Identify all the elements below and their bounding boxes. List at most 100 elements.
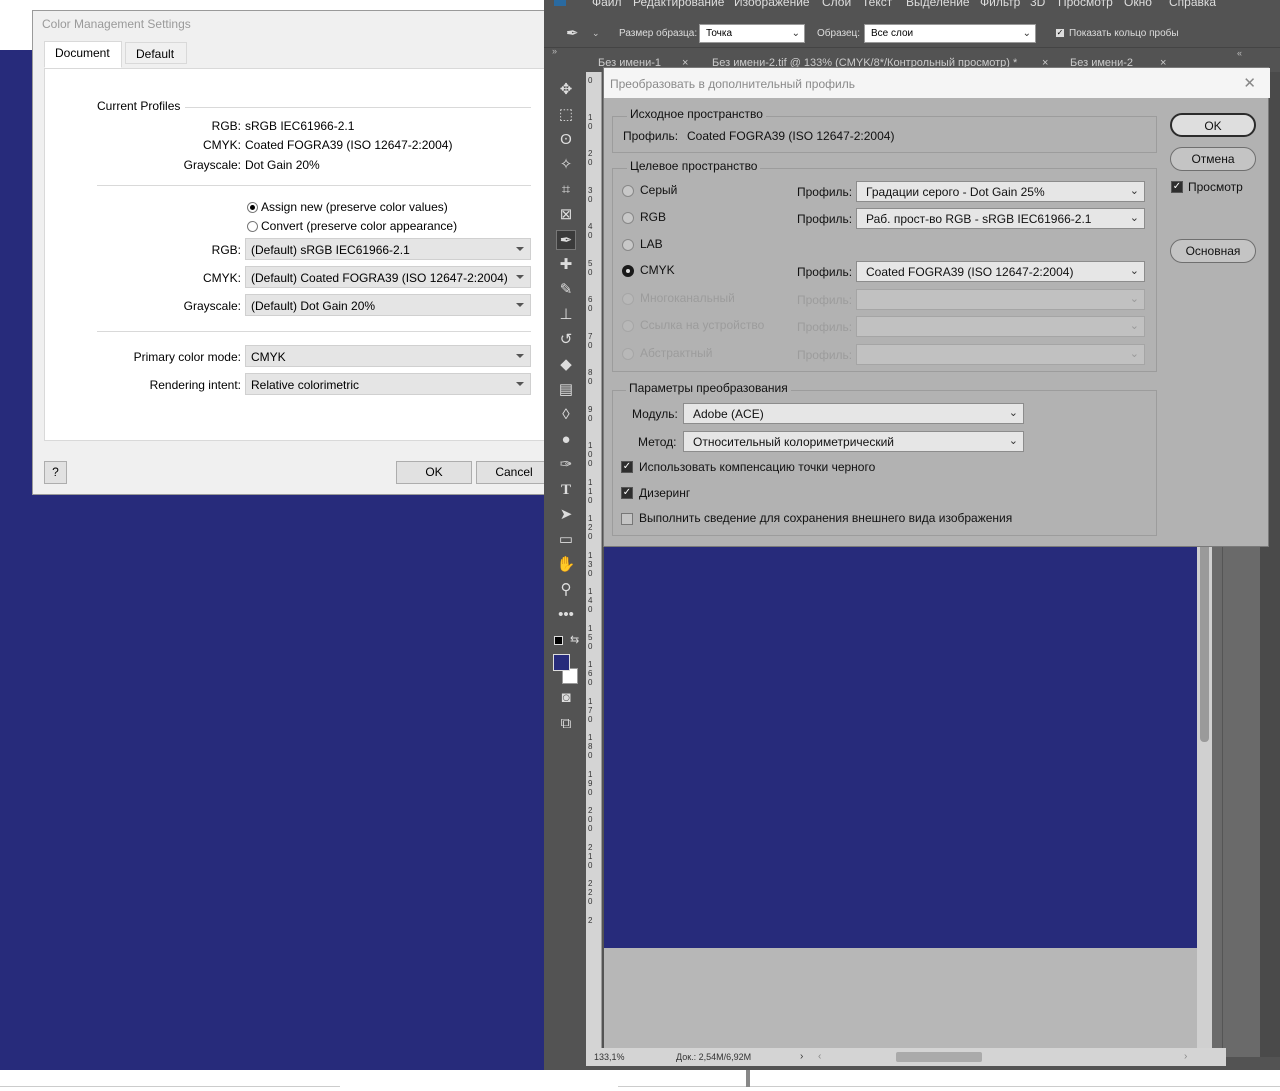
primary-mode-select[interactable]: CMYK <box>245 345 531 367</box>
flatten-checkbox[interactable] <box>621 513 633 525</box>
stamp-tool-icon[interactable]: ⊥ <box>556 305 576 325</box>
eyedropper-icon[interactable]: ✒ <box>566 24 579 42</box>
close-icon[interactable]: ✕ <box>1243 74 1256 92</box>
frame-tool-icon[interactable]: ⊠ <box>556 205 576 225</box>
bpc-checkbox[interactable]: ✓ <box>621 461 633 473</box>
rectangle-tool-icon[interactable]: ▭ <box>556 530 576 550</box>
zoom-tool-icon[interactable]: ⚲ <box>556 580 576 600</box>
tab-document[interactable]: Document <box>44 41 122 68</box>
crop-tool-icon[interactable]: ⌗ <box>556 180 576 200</box>
menu-filter[interactable]: Фильтр <box>980 0 1020 9</box>
chevron-down-icon[interactable]: ⌄ <box>592 28 600 39</box>
menu-file[interactable]: Файл <box>592 0 622 9</box>
ruler-number: 3 0 <box>588 185 593 204</box>
menu-3d[interactable]: 3D <box>1030 0 1045 9</box>
cmyk-select[interactable]: (Default) Coated FOGRA39 (ISO 12647-2:20… <box>245 266 531 288</box>
healing-tool-icon[interactable]: ✚ <box>556 255 576 275</box>
gray-select[interactable]: (Default) Dot Gain 20% <box>245 294 531 316</box>
conversion-options-title: Параметры преобразования <box>626 381 791 395</box>
chevron-right-icon[interactable]: › <box>800 1051 803 1062</box>
hand-tool-icon[interactable]: ✋ <box>556 555 576 575</box>
ruler-number: 2 <box>588 915 593 925</box>
foreground-color-swatch[interactable] <box>553 654 570 671</box>
radio-rgb-label: RGB <box>640 210 667 224</box>
eyedropper-tool-icon[interactable]: ✒ <box>556 230 576 250</box>
convert-radio[interactable] <box>247 221 258 232</box>
marquee-tool-icon[interactable]: ⬚ <box>556 105 576 125</box>
ruler-number: 2 0 <box>588 149 593 167</box>
quick-mask-icon[interactable]: ◙ <box>556 688 576 708</box>
ok-button[interactable]: OK <box>396 461 472 484</box>
menu-window[interactable]: Окно <box>1124 0 1152 9</box>
more-tools-icon[interactable]: ••• <box>556 605 576 625</box>
ruler-number: 1 5 0 <box>588 623 593 651</box>
tab-default[interactable]: Default <box>125 42 187 64</box>
menu-select[interactable]: Выделение <box>906 0 970 9</box>
menu-help[interactable]: Справка <box>1169 0 1216 9</box>
show-ring-label: Показать кольцо пробы <box>1069 28 1179 39</box>
default-colors-icon[interactable] <box>554 636 563 645</box>
lasso-tool-icon[interactable]: ʘ <box>556 130 576 150</box>
h-scroll-thumb[interactable] <box>896 1052 982 1062</box>
move-tool-icon[interactable]: ✥ <box>556 80 576 100</box>
cancel-button[interactable]: Cancel <box>476 461 552 484</box>
pen-tool-icon[interactable]: ✑ <box>556 455 576 475</box>
ok-button[interactable]: OK <box>1170 113 1256 137</box>
chevron-down-icon: ⌄ <box>1129 348 1139 360</box>
history-brush-tool-icon[interactable]: ↺ <box>556 330 576 350</box>
ruler-number: 7 0 <box>588 331 593 350</box>
radio-cmyk[interactable] <box>622 265 634 277</box>
method-select[interactable]: Относительный колориметрический ⌄ <box>683 431 1024 452</box>
basic-button[interactable]: Основная <box>1170 239 1256 263</box>
radio-gray[interactable] <box>622 185 634 197</box>
chevron-left-icon[interactable]: ‹ <box>818 1051 821 1062</box>
collapse-icon[interactable]: » <box>552 46 557 56</box>
help-button[interactable]: ? <box>44 461 67 484</box>
menu-layers[interactable]: Слои <box>822 0 851 9</box>
scroll-thumb[interactable] <box>1200 542 1209 742</box>
radio-abstract-label: Абстрактный <box>640 346 713 360</box>
brush-tool-icon[interactable]: ✎ <box>556 280 576 300</box>
preview-checkbox[interactable]: ✓ <box>1171 181 1183 193</box>
rendering-intent-select[interactable]: Relative colorimetric <box>245 373 531 395</box>
module-select[interactable]: Adobe (ACE) ⌄ <box>683 403 1024 424</box>
assign-radio[interactable] <box>247 202 258 213</box>
ruler-number: 1 8 0 <box>588 733 593 760</box>
eraser-tool-icon[interactable]: ◆ <box>556 355 576 375</box>
ruler-number: 1 9 0 <box>588 769 593 797</box>
show-ring-checkbox[interactable]: ✓ <box>1055 28 1065 38</box>
dodge-tool-icon[interactable]: ● <box>556 430 576 450</box>
samples-select[interactable]: Все слои ⌄ <box>864 24 1036 43</box>
blur-tool-icon[interactable]: ◊ <box>556 405 576 425</box>
source-profile-value: Coated FOGRA39 (ISO 12647-2:2004) <box>687 129 895 143</box>
screen-mode-icon[interactable]: ⧉ <box>556 714 576 734</box>
collapse-icon[interactable]: « <box>1237 48 1242 58</box>
sample-size-select[interactable]: Точка ⌄ <box>699 24 805 43</box>
gradient-tool-icon[interactable]: ▤ <box>556 380 576 400</box>
convert-dialog-title: Преобразовать в дополнительный профиль <box>604 68 1270 98</box>
chevron-down-icon: ⌄ <box>1129 320 1139 332</box>
menu-edit[interactable]: Редактирование <box>633 0 724 9</box>
radio-lab[interactable] <box>622 239 634 251</box>
cancel-button[interactable]: Отмена <box>1170 147 1256 171</box>
chevron-right-icon[interactable]: › <box>1184 1051 1187 1062</box>
radio-rgb[interactable] <box>622 212 634 224</box>
ruler-number: 1 0 0 <box>588 441 593 468</box>
swap-colors-icon[interactable]: ⇆ <box>570 633 579 646</box>
radio-abstract <box>622 348 634 360</box>
device-link-profile-label: Профиль: <box>797 320 853 334</box>
rgb-select[interactable]: (Default) sRGB IEC61966-2.1 <box>245 238 531 260</box>
menu-type[interactable]: Текст <box>862 0 892 9</box>
multichannel-profile-select: ⌄ <box>856 289 1145 310</box>
magic-wand-tool-icon[interactable]: ✧ <box>556 155 576 175</box>
menu-view[interactable]: Просмотр <box>1058 0 1113 9</box>
gray-profile-select[interactable]: Градации серого - Dot Gain 25% ⌄ <box>856 181 1145 202</box>
menu-image[interactable]: Изображение <box>734 0 810 9</box>
method-value: Относительный колориметрический <box>693 435 894 449</box>
zoom-level[interactable]: 133,1% <box>594 1052 625 1062</box>
cmyk-profile-select[interactable]: Coated FOGRA39 (ISO 12647-2:2004) ⌄ <box>856 261 1145 282</box>
path-selection-tool-icon[interactable]: ➤ <box>556 505 576 525</box>
type-tool-icon[interactable]: T <box>556 480 576 500</box>
rgb-profile-select[interactable]: Раб. прост-во RGB - sRGB IEC61966-2.1 ⌄ <box>856 208 1145 229</box>
dither-checkbox[interactable]: ✓ <box>621 487 633 499</box>
